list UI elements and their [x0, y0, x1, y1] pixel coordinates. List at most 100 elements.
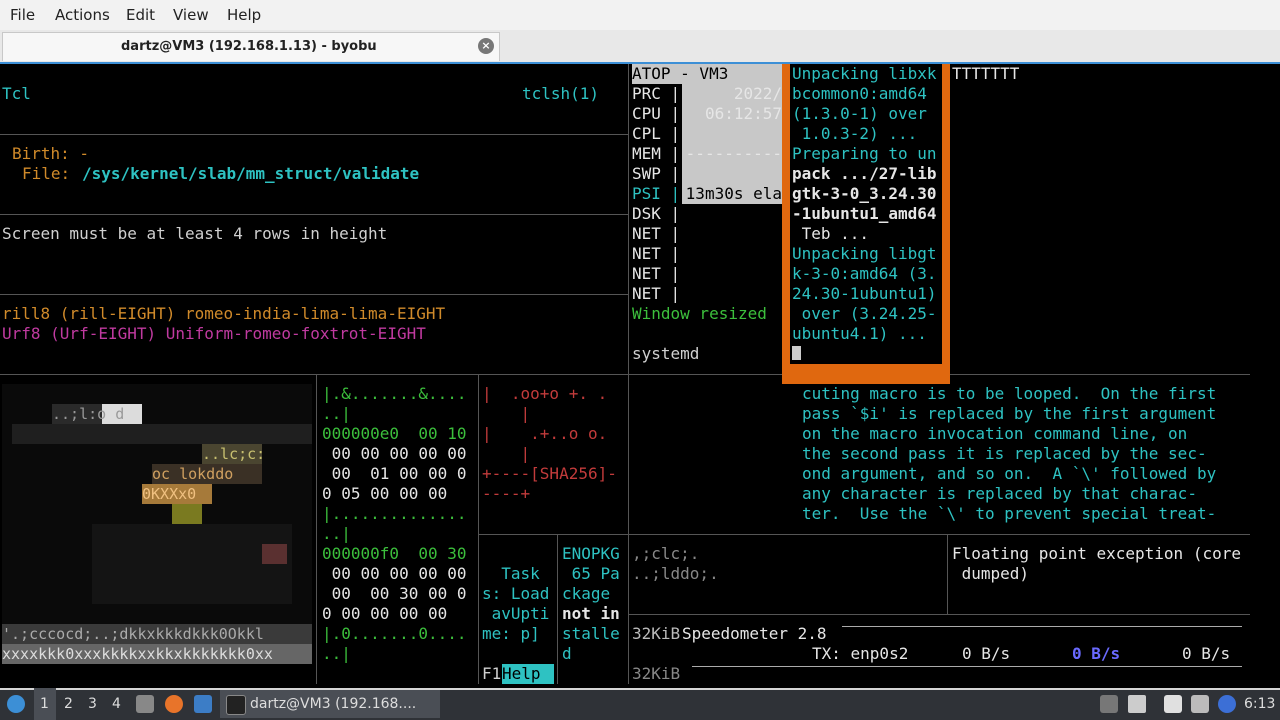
atop-row: DSK |	[632, 204, 681, 223]
hex-line: 00 00 00 00 00	[322, 444, 467, 463]
file-label: File:	[22, 164, 71, 183]
hex-line: 000000e0 00 10	[322, 424, 467, 443]
hex-line: 00 00 30 00 0	[322, 584, 467, 603]
hex-line: |.&.......&....	[322, 384, 467, 403]
divider	[628, 614, 1250, 615]
atop-value: ----------	[685, 144, 782, 163]
atop-value: 06:12:57	[704, 104, 782, 123]
speed-axis	[842, 626, 1242, 627]
tclsh-label: tclsh(1)	[522, 84, 600, 103]
terminal-tab[interactable]: dartz@VM3 (192.168.1.13) - byobu ×	[2, 32, 500, 61]
apt-line: Preparing to un	[792, 144, 937, 163]
apt-line: 24.30-1ubuntu1)	[792, 284, 937, 303]
sha-line: | .+..o o.	[482, 424, 608, 443]
window-resized: Window resized	[632, 304, 767, 323]
apt-line: Unpacking libgt	[792, 244, 937, 263]
fpe-line: Floating point exception (core	[952, 544, 1241, 563]
art-row-5: '.;cccocd;..;dkkxkkkdkkk0Okkl	[2, 625, 264, 643]
art-row-1: ..;l:o d	[52, 405, 125, 423]
sha-line: |	[482, 444, 531, 463]
enopkg-line: not in	[562, 604, 620, 623]
art-row-2: ..lc;c:	[202, 445, 266, 463]
systemd-line: systemd	[632, 344, 700, 363]
task-line: avUpti	[482, 604, 550, 623]
workspace-1[interactable]: 1	[40, 696, 49, 712]
terminal-area[interactable]: Tcl tclsh(1) Birth: - File: /sys/kernel/…	[0, 64, 1280, 684]
file-path: /sys/kernel/slab/mm_struct/validate	[82, 164, 420, 183]
atop-value: 13m30s ela	[685, 184, 782, 204]
apt-line: gtk-3-0_3.24.30	[792, 184, 937, 203]
workspace-3[interactable]: 3	[88, 696, 97, 712]
window-icon[interactable]	[194, 695, 212, 713]
apt-line: 1.0.3-2) ...	[792, 124, 918, 143]
update-icon[interactable]	[1218, 695, 1236, 713]
divider	[0, 374, 782, 375]
workspace-4[interactable]: 4	[112, 696, 121, 712]
apt-line: -1ubuntu1_amd64	[792, 204, 937, 223]
cmd-value: 1/177	[732, 324, 781, 343]
enopkg-line: stalle	[562, 624, 620, 643]
atop-row: SWP |	[632, 164, 681, 183]
help-button[interactable]: Help	[502, 664, 554, 684]
apt-line: pack .../27-lib	[792, 164, 937, 183]
workspace-2[interactable]: 2	[64, 696, 73, 712]
cursor-block	[792, 346, 801, 360]
sha-line: |	[482, 404, 531, 423]
apt-line: Teb ...	[792, 224, 870, 243]
clipboard-icon[interactable]	[1164, 695, 1182, 713]
menu-actions[interactable]: Actions	[55, 6, 110, 24]
atop-value: 2022/	[733, 84, 782, 103]
tcl-label: Tcl	[2, 84, 31, 103]
atop-row: NET |	[632, 264, 681, 283]
sha-line: +----[SHA256]-	[482, 464, 617, 483]
menu-edit[interactable]: Edit	[126, 6, 155, 24]
enopkg-line: 65 Pa	[562, 564, 620, 583]
menu-view[interactable]: View	[173, 6, 209, 24]
atop-row: NET |	[632, 244, 681, 263]
f1-key: F1	[482, 664, 502, 683]
taskbar-window-title: dartz@VM3 (192.168....	[250, 696, 417, 712]
menu-file[interactable]: File	[10, 6, 35, 24]
close-icon[interactable]: ×	[478, 38, 494, 54]
apt-line: over (3.24.25-	[792, 304, 937, 323]
art-row-6: xxxxkkk0xxxkkkkxxkkxkkkkkkk0xx	[2, 645, 273, 663]
volume-icon[interactable]	[1128, 695, 1146, 713]
urf-line: Urf8 (Urf-EIGHT) Uniform-romeo-foxtrot-E…	[2, 324, 426, 343]
taskbar-window-button[interactable]: dartz@VM3 (192.168....	[220, 690, 440, 718]
apt-line: bcommon0:amd64	[792, 84, 927, 103]
enopkg-line: ENOPKG	[562, 544, 620, 563]
firefox-icon[interactable]	[165, 695, 183, 713]
menubar: File Actions Edit View Help	[0, 0, 1280, 30]
hex-line: ..|	[322, 524, 351, 543]
terminal-icon	[226, 695, 246, 715]
enopkg-line: d	[562, 644, 572, 663]
speed-size-2: 32KiB	[632, 664, 681, 683]
atop-row: PSI |	[632, 184, 681, 203]
network-icon[interactable]	[1100, 695, 1118, 713]
file-manager-icon[interactable]	[136, 695, 154, 713]
enopkg-line: ckage	[562, 584, 611, 603]
atop-row: NET |	[632, 224, 681, 243]
task-line: me: p]	[482, 624, 540, 643]
hex-line: ..|	[322, 644, 351, 663]
apt-line: k-3-0:amd64 (3.	[792, 264, 937, 283]
apt-line: ubuntu4.1) ...	[792, 324, 927, 343]
man-line: the second pass it is replaced by the se…	[802, 444, 1207, 463]
display-icon[interactable]	[1191, 695, 1209, 713]
man-line: on the macro invocation command line, on	[802, 424, 1188, 443]
clock: 6:13	[1244, 696, 1276, 712]
apt-pane-frame: Unpacking libxk bcommon0:amd64 (1.3.0-1) o…	[782, 64, 950, 384]
speed-title: Speedometer 2.8	[682, 624, 827, 643]
tab-bar: dartz@VM3 (192.168.1.13) - byobu ×	[0, 30, 1280, 64]
task-line: s: Load	[482, 584, 550, 603]
tab-title: dartz@VM3 (192.168.1.13) - byobu	[121, 39, 377, 54]
apt-pane: Unpacking libxk bcommon0:amd64 (1.3.0-1) o…	[790, 64, 942, 364]
menu-help[interactable]: Help	[227, 6, 261, 24]
sha-line: | .oo+o +. .	[482, 384, 608, 403]
speed-v3: 0 B/s	[1182, 644, 1231, 663]
screen-message: Screen must be at least 4 rows in height	[2, 224, 388, 243]
divider	[628, 534, 1250, 535]
divider	[628, 64, 629, 684]
start-menu-icon[interactable]	[7, 695, 25, 713]
hex-line: 0 05 00 00 00	[322, 484, 448, 503]
